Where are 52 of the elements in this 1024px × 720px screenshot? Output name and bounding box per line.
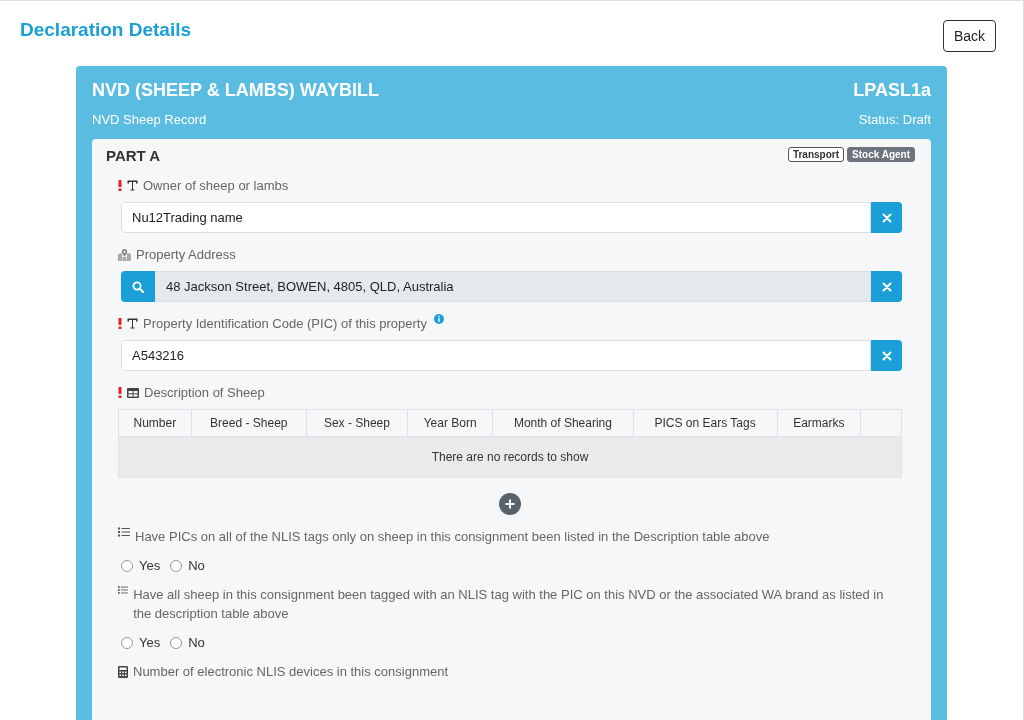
radio-label: No xyxy=(188,558,205,573)
list-icon xyxy=(118,527,130,537)
back-button[interactable]: Back xyxy=(942,20,996,52)
add-row-button[interactable] xyxy=(499,493,521,515)
radio-button[interactable] xyxy=(170,636,183,649)
map-pin-icon xyxy=(118,248,131,261)
field-label: Have PICs on all of the NLIS tags only on sheep in this consignment been listed in the Description table above xyxy=(135,528,770,546)
search-icon xyxy=(132,280,144,293)
plus-icon xyxy=(505,499,515,509)
form-code: LPASL1a xyxy=(853,80,931,101)
radio-label: Yes xyxy=(139,635,161,650)
role-badge: Stock Agent xyxy=(847,147,915,162)
clear-button[interactable] xyxy=(871,202,902,233)
table-icon xyxy=(127,387,139,398)
column-header: Month of Shearing xyxy=(492,409,634,437)
column-header: Breed - Sheep xyxy=(191,409,307,437)
form-subtitle: NVD Sheep Record xyxy=(92,112,207,127)
field-label: Property Address xyxy=(136,246,236,264)
page-title: Declaration Details xyxy=(20,19,192,41)
radio-label: No xyxy=(188,635,205,650)
close-icon xyxy=(881,350,892,361)
clear-button[interactable] xyxy=(871,271,902,302)
clear-button[interactable] xyxy=(871,340,902,371)
input-field[interactable]: Nu12Trading name xyxy=(121,202,871,233)
radio-button[interactable] xyxy=(121,636,133,649)
search-button[interactable] xyxy=(121,271,155,302)
column-header: PICS on Ears Tags xyxy=(633,409,778,437)
column-header: Sex - Sheep xyxy=(306,409,408,437)
input-field[interactable]: 48 Jackson Street, BOWEN, 4805, QLD, Australia xyxy=(155,271,871,302)
part-title: PART A xyxy=(106,147,161,164)
field-label: Number of electronic NLIS devices in this consignment xyxy=(133,663,449,681)
calculator-icon xyxy=(118,665,128,678)
column-header: Number xyxy=(118,409,192,437)
field-label: Have all sheep in this consignment been tagged with an NLIS tag with the PIC on this NVD or the associated WA brand as listed in the description table above xyxy=(133,586,885,623)
text-icon xyxy=(127,318,138,329)
text-icon xyxy=(127,180,138,191)
column-header: Year Born xyxy=(407,409,493,437)
info-icon[interactable] xyxy=(433,314,444,324)
form-status: Status: Draft xyxy=(858,112,931,127)
radio-button[interactable] xyxy=(121,559,133,572)
close-icon xyxy=(881,212,892,223)
radio-button[interactable] xyxy=(170,559,183,572)
empty-message: There are no records to show xyxy=(118,436,902,478)
column-header: Earmarks xyxy=(777,409,861,437)
form-title: NVD (SHEEP & LAMBS) WAYBILL xyxy=(92,80,380,101)
field-label: Property Identification Code (PIC) of this property xyxy=(143,315,427,333)
role-badge: Transport xyxy=(787,147,845,162)
radio-label: Yes xyxy=(139,558,161,573)
field-label: Description of Sheep xyxy=(144,384,265,402)
input-field[interactable]: A543216 xyxy=(121,340,871,371)
close-icon xyxy=(881,281,892,292)
field-label: Owner of sheep or lambs xyxy=(143,177,289,195)
